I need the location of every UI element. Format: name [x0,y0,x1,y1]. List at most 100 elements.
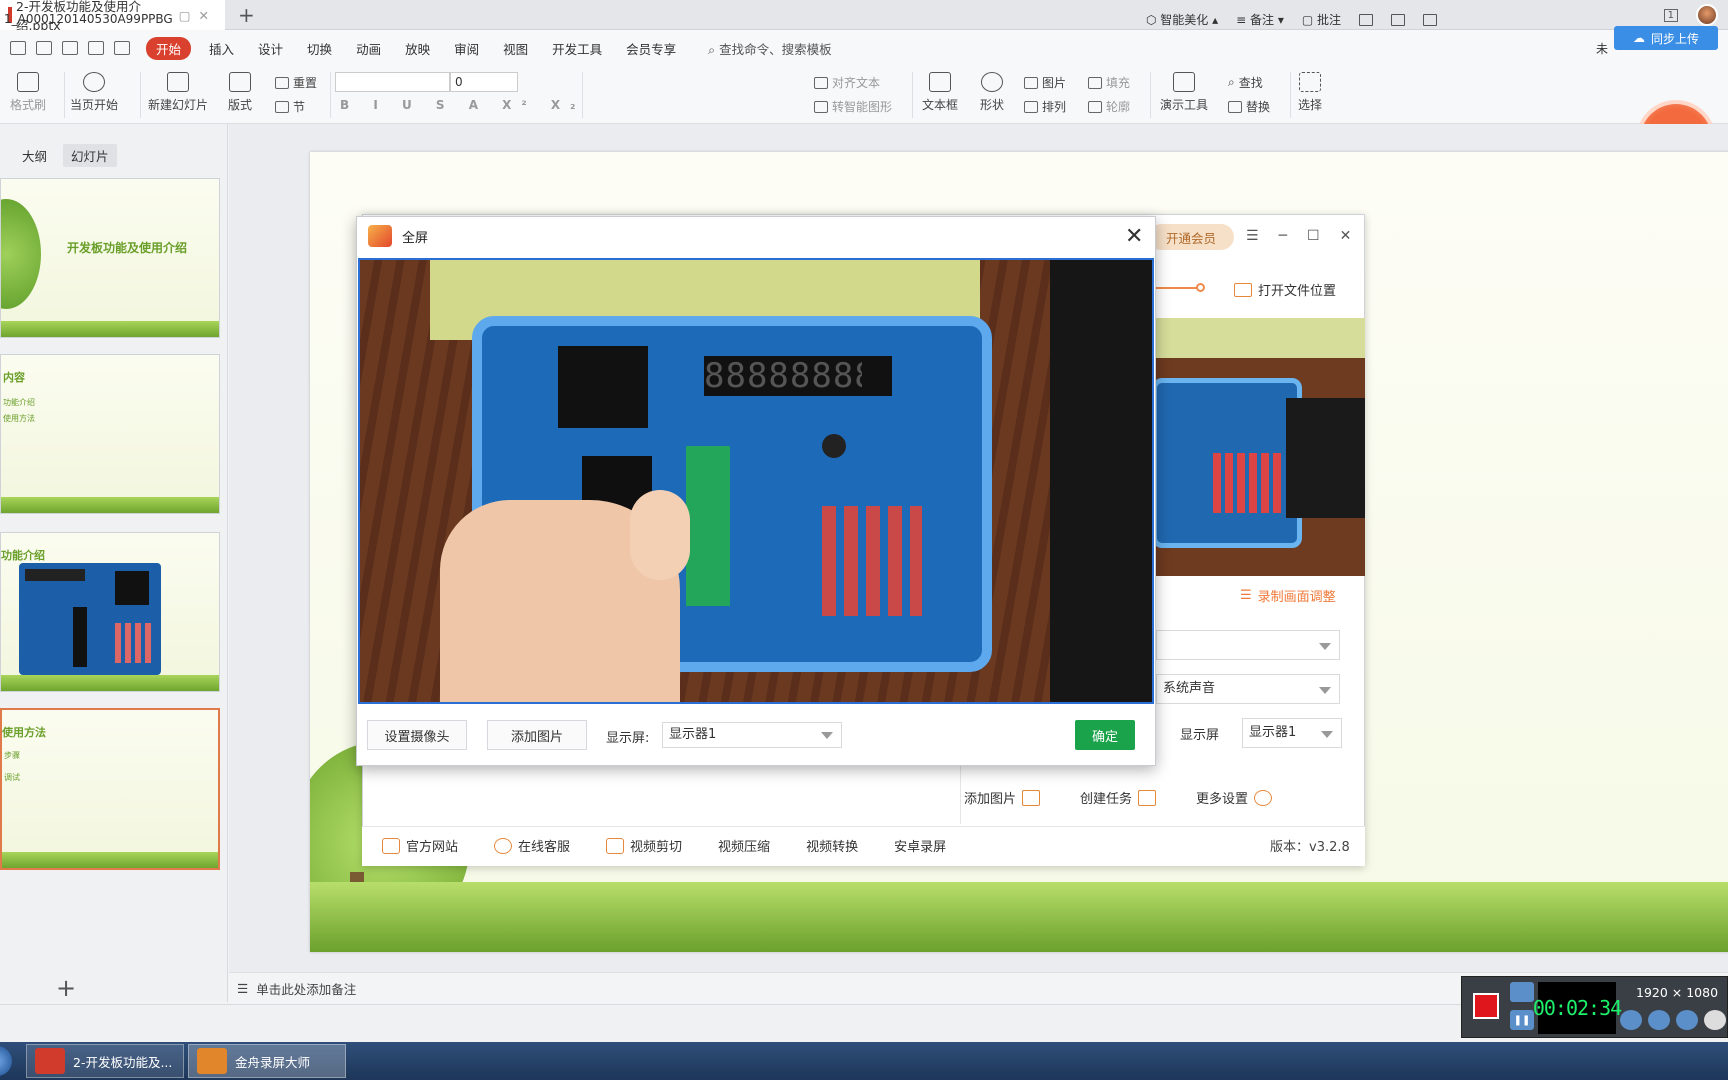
new-tab-plus-icon[interactable]: + [238,3,255,27]
normal-view-icon[interactable] [1359,13,1374,26]
picture-button[interactable]: 图片 [1024,74,1066,91]
new-slide-label: 新建幻灯片 [148,98,209,112]
add-image-button[interactable]: 添加图片 [487,720,587,750]
replace-button[interactable]: 替换 [1228,98,1270,115]
font-name-select[interactable] [335,72,450,92]
speaker-icon[interactable] [1620,1010,1642,1030]
save-icon[interactable] [10,41,26,55]
menu-slideshow[interactable]: 放映 [405,39,430,58]
lcd-shape [115,571,149,605]
cloud-sync-status[interactable]: 未 [1596,40,1608,57]
smart-beautify-button[interactable]: ⬡ 智能美化 ▴ [1146,11,1218,28]
slide-thumbnail-4-selected[interactable]: 使用方法 步骤 调试 [0,708,220,870]
slide-thumbnail-3[interactable]: 功能介绍 [0,532,220,692]
new-slide-button[interactable]: 新建幻灯片 [148,72,208,113]
slide-3-title: 功能介绍 [1,549,45,562]
find-button[interactable]: ⌕ 查找 [1228,74,1263,91]
menu-transitions[interactable]: 切换 [307,39,332,58]
confirm-button[interactable]: 确定 [1075,720,1135,750]
redo-icon[interactable] [114,41,130,55]
menu-member[interactable]: 会员专享 [626,39,676,58]
slide-thumbnail-2[interactable]: 内容 功能介绍 使用方法 [0,354,220,514]
recording-resolution: 1920 × 1080 [1636,985,1719,1000]
present-tools-button[interactable]: 演示工具 [1160,72,1208,113]
open-file-location-button[interactable]: 打开文件位置 [1234,280,1336,299]
play-from-current-button[interactable]: 当页开始 [70,72,118,113]
menu-design[interactable]: 设计 [258,39,283,58]
undo-icon[interactable] [88,41,104,55]
command-search[interactable]: ⌕ 查找命令、搜索模板 [708,39,832,58]
arrange-button[interactable]: 排列 [1024,98,1066,115]
tab-count-badge[interactable]: 1 [1663,8,1678,22]
video-convert-link[interactable]: 视频转换 [806,836,858,855]
layout-label: 版式 [228,98,253,112]
print-icon[interactable] [36,41,52,55]
format-painter-button[interactable]: 格式刷 [10,72,46,113]
audio-source-select[interactable]: 系统声音 [1156,674,1340,704]
print-preview-icon[interactable] [62,41,78,55]
more-settings-action-label: 更多设置 [1196,792,1249,807]
more-settings-action[interactable]: 更多设置 [1196,788,1273,807]
section-icon [275,100,289,113]
taskbar-item-recorder[interactable]: 金舟录屏大师 [188,1044,346,1078]
menu-developer[interactable]: 开发工具 [552,39,602,58]
open-membership-button[interactable]: 开通会员 [1148,224,1234,250]
fill-button[interactable]: 填充 [1088,74,1130,91]
cursor-icon[interactable] [1704,1010,1726,1030]
menu-insert[interactable]: 插入 [209,39,234,58]
reset-icon [275,76,289,89]
taskbar-item-presentation[interactable]: 2-开发板功能及... [26,1044,184,1078]
maximize-icon[interactable]: ☐ [1307,228,1320,244]
add-slide-button[interactable]: + [56,974,76,1002]
section-button[interactable]: 节 [275,98,305,115]
tab-outline[interactable]: 大纲 [14,144,55,167]
minimize-icon[interactable]: ─ [1279,228,1287,244]
new-slide-icon [167,72,189,92]
shape-button[interactable]: 形状 [980,72,1004,113]
video-cut-link[interactable]: 视频剪切 [606,836,682,855]
pause-icon[interactable]: ❚❚ [1510,1010,1534,1030]
microphone-icon[interactable] [1648,1010,1670,1030]
textbox-button[interactable]: 文本框 [922,72,958,113]
camera-icon[interactable] [1510,982,1534,1002]
adjust-recording-view-link[interactable]: ☰ 录制画面调整 [1240,586,1336,605]
font-style-buttons[interactable]: B I U S A X² X₂ [340,98,585,112]
slide-thumbnail-1[interactable]: 开发板功能及使用介绍 [0,178,220,338]
add-image-action[interactable]: 添加图片 [964,788,1041,807]
video-source-select[interactable] [1156,630,1340,660]
android-record-link[interactable]: 安卓录屏 [894,836,946,855]
menu-animation[interactable]: 动画 [356,39,381,58]
camera-display-select[interactable]: 显示器1 [662,722,842,748]
menu-home[interactable]: 开始 [146,36,192,60]
notes-toggle-button[interactable]: ≡ 备注 ▾ [1236,11,1284,28]
official-site-link[interactable]: 官方网站 [382,836,458,855]
baidu-sync-button[interactable]: ☁ 同步上传 [1614,26,1718,50]
recorder-display-select[interactable]: 显示器1 [1242,718,1342,748]
menu-icon[interactable]: ☰ [1246,228,1259,244]
menu-view[interactable]: 视图 [503,39,528,58]
stop-recording-button[interactable] [1473,993,1499,1019]
layout-button[interactable]: 版式 [228,72,252,113]
close-icon[interactable]: ✕ [1340,228,1352,244]
online-support-link[interactable]: 在线客服 [494,836,570,855]
menu-review[interactable]: 审阅 [454,39,479,58]
slide-sorter-icon[interactable] [1391,13,1406,26]
tab-slides[interactable]: 幻灯片 [63,144,117,167]
reading-view-icon[interactable] [1423,13,1438,26]
webcam-icon[interactable] [1676,1010,1698,1030]
menu-bar: 开始 插入 设计 切换 动画 放映 审阅 视图 开发工具 会员专享 ⌕ 查找命令… [0,30,1728,66]
video-compress-link[interactable]: 视频压缩 [718,836,770,855]
reset-button[interactable]: 重置 [275,74,317,91]
select-button[interactable]: 选择 [1298,72,1322,113]
comments-button[interactable]: ▢ 批注 [1302,11,1341,28]
font-size-select[interactable]: 0 [450,72,518,92]
avatar[interactable] [1696,4,1718,26]
align-text-button[interactable]: 对齐文本 [814,74,880,91]
create-task-action[interactable]: 创建任务 [1080,788,1157,807]
tab-close-icon[interactable]: ▢✕ [179,8,217,23]
close-icon[interactable]: ✕ [1125,224,1143,249]
start-button[interactable] [0,1046,12,1076]
outline-button[interactable]: 轮廓 [1088,98,1130,115]
convert-smartart-button[interactable]: 转智能图形 [814,98,892,115]
setup-camera-button[interactable]: 设置摄像头 [367,720,467,750]
